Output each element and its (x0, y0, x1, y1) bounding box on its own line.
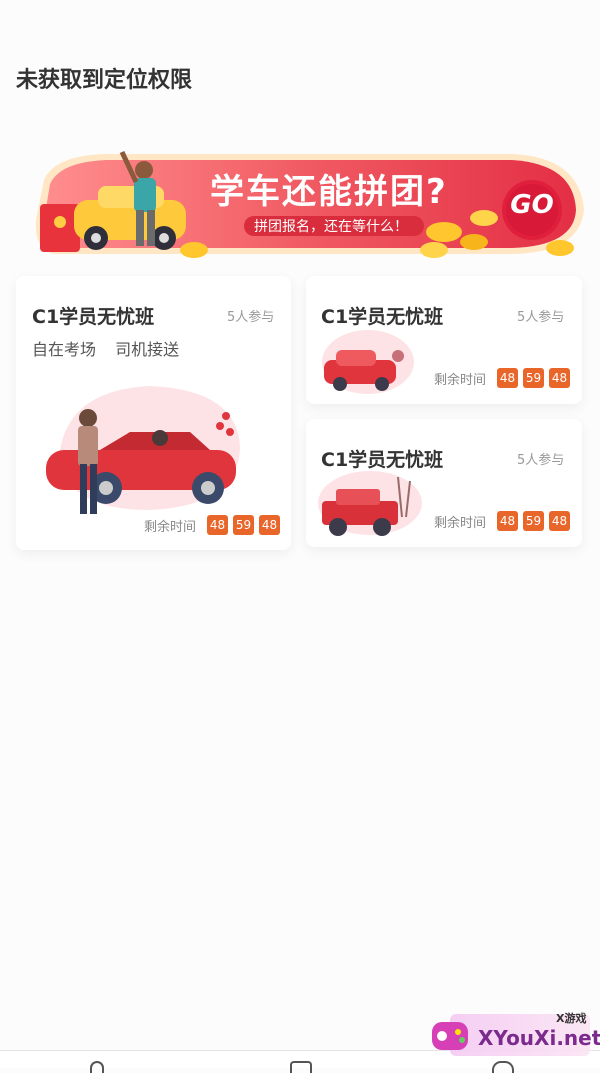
timer-seconds: 48 (259, 515, 281, 535)
course-card-large[interactable]: C1学员无忧班 5人参与 自在考场 司机接送 剩余时间 48 59 48 (16, 276, 291, 550)
timer-hours: 48 (497, 368, 519, 388)
participant-count: 5人参与 (227, 310, 275, 325)
watermark: X游戏 XYouXi.net (428, 1008, 600, 1060)
timer-minutes: 59 (523, 511, 545, 531)
tag-pickup: 司机接送 (115, 340, 180, 359)
timer-label: 剩余时间 (144, 519, 197, 535)
course-card-small-bottom[interactable]: C1学员无忧班 5人参与 剩余时间 48 59 48 (306, 419, 582, 547)
banner-subline: 拼团报名，还在等什么！ (254, 219, 408, 235)
group-buy-banner[interactable]: 学车还能拼团? 拼团报名，还在等什么！ GO (14, 140, 586, 268)
timer-hours: 48 (497, 511, 519, 531)
banner-headline: 学车还能拼团? (210, 172, 448, 212)
timer-label: 剩余时间 (434, 372, 487, 388)
nav-home-icon[interactable] (90, 1061, 104, 1073)
watermark-brand: XYouXi.net (478, 1026, 600, 1050)
watermark-tag: X游戏 (556, 1012, 587, 1025)
course-title: C1学员无忧班 (321, 306, 444, 328)
timer-hours: 48 (207, 515, 229, 535)
course-title: C1学员无忧班 (32, 306, 155, 328)
red-mini-car-illustration (322, 330, 414, 394)
timer-label: 剩余时间 (434, 515, 487, 531)
countdown-timer: 剩余时间 48 59 48 (434, 368, 571, 388)
timer-seconds: 48 (549, 368, 571, 388)
timer-seconds: 48 (549, 511, 571, 531)
location-permission-title: 未获取到定位权限 (16, 68, 193, 93)
watermark-logo-icon (432, 1022, 468, 1050)
nav-profile-icon[interactable] (492, 1061, 514, 1073)
course-card-small-top[interactable]: C1学员无忧班 5人参与 剩余时间 48 59 48 (306, 276, 582, 404)
red-jeep-illustration (318, 471, 422, 536)
countdown-timer: 剩余时间 48 59 48 (434, 511, 571, 531)
tag-exam-site: 自在考场 (32, 340, 97, 359)
participant-count: 5人参与 (517, 453, 565, 468)
course-tags: 自在考场 司机接送 (32, 336, 193, 360)
participant-count: 5人参与 (517, 310, 565, 325)
timer-minutes: 59 (233, 515, 255, 535)
nav-orders-icon[interactable] (290, 1061, 312, 1073)
banner-go-button[interactable]: GO (508, 190, 556, 220)
countdown-timer: 剩余时间 48 59 48 (144, 515, 281, 535)
timer-minutes: 59 (523, 368, 545, 388)
convertible-car-illustration (46, 386, 240, 514)
